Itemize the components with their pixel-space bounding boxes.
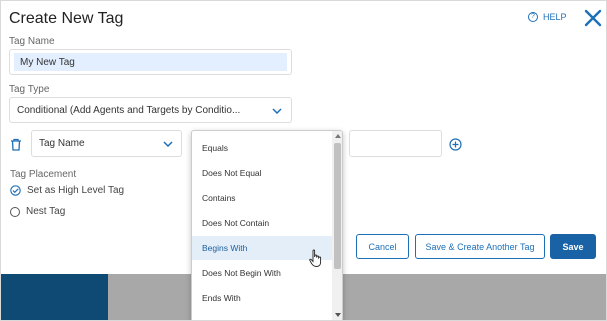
trash-icon[interactable] xyxy=(10,138,22,151)
help-link[interactable]: ? HELP xyxy=(528,12,567,22)
save-button[interactable]: Save xyxy=(550,234,596,259)
help-label: HELP xyxy=(543,12,567,22)
background-dark-panel xyxy=(1,274,108,320)
dropdown-option[interactable]: Ends With xyxy=(192,286,332,310)
check-circle-icon xyxy=(10,185,21,196)
chevron-down-icon xyxy=(272,108,282,114)
tag-placement-label: Tag Placement xyxy=(10,169,77,180)
placement-option-label: Nest Tag xyxy=(26,206,66,217)
scroll-up-arrow-icon[interactable] xyxy=(335,134,341,138)
create-tag-dialog: Create New Tag ? HELP Tag Name Tag Type … xyxy=(0,0,607,321)
add-condition-icon[interactable] xyxy=(449,138,462,151)
scroll-down-arrow-icon[interactable] xyxy=(335,313,341,317)
chevron-down-icon xyxy=(163,141,173,147)
placement-option-label: Set as High Level Tag xyxy=(27,185,125,196)
condition-field-select[interactable]: Tag Name xyxy=(31,130,182,157)
dropdown-option[interactable]: Does Not End With xyxy=(192,311,332,320)
condition-field-value: Tag Name xyxy=(39,138,85,149)
operator-dropdown-menu: Equals Does Not Equal Contains Does Not … xyxy=(191,130,343,320)
dropdown-option[interactable]: Equals xyxy=(192,136,332,160)
dropdown-scrollbar[interactable] xyxy=(332,131,342,320)
scrollbar-thumb[interactable] xyxy=(334,143,341,269)
help-icon: ? xyxy=(528,12,538,22)
hand-pointer-cursor-icon xyxy=(309,249,322,267)
close-icon[interactable] xyxy=(583,8,603,28)
tag-type-label: Tag Type xyxy=(9,84,50,95)
tag-name-input[interactable] xyxy=(14,53,287,71)
dropdown-option[interactable]: Contains xyxy=(192,186,332,210)
tag-type-value: Conditional (Add Agents and Targets by C… xyxy=(17,104,241,116)
placement-option-high-level[interactable]: Set as High Level Tag xyxy=(10,185,124,196)
condition-value-input[interactable] xyxy=(349,130,442,157)
tag-name-label: Tag Name xyxy=(9,36,55,47)
tag-type-select[interactable]: Conditional (Add Agents and Targets by C… xyxy=(9,97,292,123)
cancel-button[interactable]: Cancel xyxy=(356,234,409,259)
placement-option-nest[interactable]: Nest Tag xyxy=(10,206,65,217)
radio-icon xyxy=(10,206,20,217)
save-create-another-button[interactable]: Save & Create Another Tag xyxy=(415,234,545,259)
dropdown-option[interactable]: Does Not Equal xyxy=(192,161,332,185)
dropdown-option[interactable]: Does Not Contain xyxy=(192,211,332,235)
background-gray-panel xyxy=(108,274,606,320)
dialog-title: Create New Tag xyxy=(9,10,124,27)
tag-name-field xyxy=(9,49,292,75)
